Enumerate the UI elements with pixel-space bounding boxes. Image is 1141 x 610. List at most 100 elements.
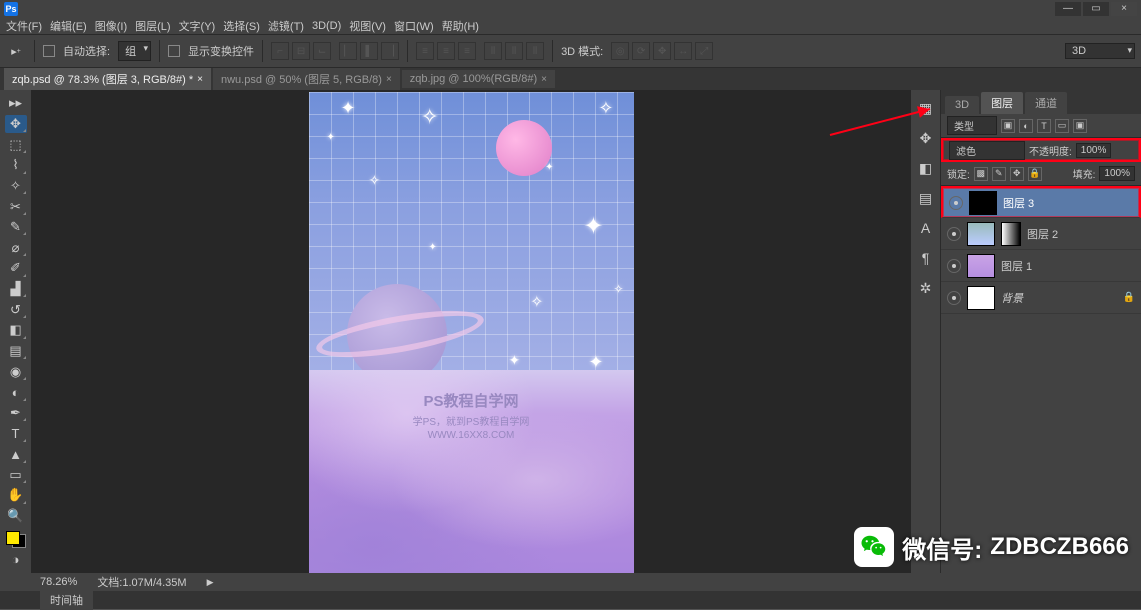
lasso-tool[interactable]: ⌇ (5, 156, 27, 175)
gradient-tool[interactable]: ▤ (5, 342, 27, 361)
layer-name[interactable]: 图层 2 (1027, 226, 1058, 242)
magic-wand-tool[interactable]: ✧ (5, 177, 27, 196)
arrows-icon[interactable]: ▸▸ (5, 94, 27, 113)
visibility-icon[interactable] (947, 227, 961, 241)
3d-orbit-icon[interactable]: ◎ (611, 42, 629, 60)
menu-file[interactable]: 文件(F) (6, 18, 42, 34)
layer-thumb[interactable] (967, 254, 995, 278)
visibility-icon[interactable] (949, 196, 963, 210)
lock-pos-icon[interactable]: ✥ (1010, 167, 1024, 181)
hand-tool[interactable]: ✋ (5, 486, 27, 505)
history-brush-tool[interactable]: ↺ (5, 300, 27, 319)
3d-pan-icon[interactable]: ✥ (653, 42, 671, 60)
color-icon[interactable]: ◧ (916, 158, 936, 178)
menu-layer[interactable]: 图层(L) (135, 18, 170, 34)
layer-row[interactable]: 图层 3 (941, 186, 1141, 218)
dist-right-icon[interactable]: ⦀ (526, 42, 544, 60)
move-tool-icon[interactable]: ▸+ (6, 41, 26, 61)
opacity-field[interactable]: 100% (1076, 143, 1112, 158)
menu-window[interactable]: 窗口(W) (394, 18, 434, 34)
doc-size[interactable]: 文档:1.07M/4.35M (97, 574, 186, 590)
menu-filter[interactable]: 滤镜(T) (268, 18, 304, 34)
pen-tool[interactable]: ✒ (5, 404, 27, 423)
tab-1[interactable]: nwu.psd @ 50% (图层 5, RGB/8)× (213, 68, 400, 90)
filter-adjust-icon[interactable]: ◐ (1019, 119, 1033, 133)
eyedropper-tool[interactable]: ✎ (5, 218, 27, 237)
healing-tool[interactable]: ⌀ (5, 238, 27, 257)
visibility-icon[interactable] (947, 291, 961, 305)
tab-2[interactable]: zqb.jpg @ 100%(RGB/8#)× (402, 70, 555, 88)
layer-thumb[interactable] (969, 191, 997, 215)
lock-pixel-icon[interactable]: ✎ (992, 167, 1006, 181)
blur-tool[interactable]: ◉ (5, 362, 27, 381)
dodge-tool[interactable]: ◐ (5, 383, 27, 402)
align-hcenter-icon[interactable]: ▌ (360, 42, 378, 60)
blend-mode-dropdown[interactable]: 滤色 (949, 141, 1025, 160)
menu-view[interactable]: 视图(V) (349, 18, 386, 34)
layer-name[interactable]: 图层 3 (1003, 195, 1034, 211)
dist-top-icon[interactable]: ≡ (416, 42, 434, 60)
menu-image[interactable]: 图像(I) (95, 18, 127, 34)
align-bottom-icon[interactable]: ⌙ (313, 42, 331, 60)
histogram-icon[interactable]: ▦ (916, 98, 936, 118)
dist-vcenter-icon[interactable]: ≡ (437, 42, 455, 60)
minimize-button[interactable]: — (1055, 2, 1081, 16)
timeline-tab[interactable]: 时间轴 (40, 590, 93, 610)
tab-close-icon[interactable]: × (541, 74, 547, 85)
paragraph-icon[interactable]: ¶ (916, 248, 936, 268)
layer-name[interactable]: 图层 1 (1001, 258, 1032, 274)
fill-field[interactable]: 100% (1099, 166, 1135, 181)
tab-layers[interactable]: 图层 (981, 92, 1023, 114)
shape-tool[interactable]: ▭ (5, 466, 27, 485)
tab-close-icon[interactable]: × (386, 74, 392, 85)
crop-tool[interactable]: ✂ (5, 197, 27, 216)
zoom-level[interactable]: 78.26% (40, 576, 77, 588)
3d-slide-icon[interactable]: ↔ (674, 42, 692, 60)
layer-name[interactable]: 背景 (1001, 290, 1023, 306)
character-icon[interactable]: A (916, 218, 936, 238)
eraser-tool[interactable]: ◧ (5, 321, 27, 340)
layer-row[interactable]: 图层 2 (941, 218, 1141, 250)
tab-0[interactable]: zqb.psd @ 78.3% (图层 3, RGB/8#) *× (4, 68, 211, 90)
close-button[interactable]: × (1111, 2, 1137, 16)
move-tool[interactable]: ✥ (5, 115, 27, 134)
menu-3d[interactable]: 3D(D) (312, 20, 341, 32)
align-vcenter-icon[interactable]: ⊟ (292, 42, 310, 60)
filter-smart-icon[interactable]: ▣ (1073, 119, 1087, 133)
visibility-icon[interactable] (947, 259, 961, 273)
filter-pixel-icon[interactable]: ▣ (1001, 119, 1015, 133)
menu-edit[interactable]: 编辑(E) (50, 18, 87, 34)
auto-select-checkbox[interactable] (43, 45, 55, 57)
auto-select-dropdown[interactable]: 组 (118, 41, 151, 61)
maximize-button[interactable]: ▭ (1083, 2, 1109, 16)
filter-shape-icon[interactable]: ▭ (1055, 119, 1069, 133)
filter-kind-dropdown[interactable]: 类型 (947, 116, 997, 135)
type-tool[interactable]: T (5, 424, 27, 443)
tab-channels[interactable]: 通道 (1025, 92, 1067, 114)
zoom-tool[interactable]: 🔍 (5, 507, 27, 526)
dist-hcenter-icon[interactable]: ⦀ (505, 42, 523, 60)
align-top-icon[interactable]: ⌐ (271, 42, 289, 60)
navigator-icon[interactable]: ✥ (916, 128, 936, 148)
color-swatch[interactable] (6, 531, 26, 548)
align-right-icon[interactable]: ▕ (381, 42, 399, 60)
menu-select[interactable]: 选择(S) (223, 18, 260, 34)
quickmask-tool[interactable]: ◑ (5, 550, 27, 569)
layer-row[interactable]: 图层 1 (941, 250, 1141, 282)
layer-row[interactable]: 背景 🔒 (941, 282, 1141, 314)
mask-thumb[interactable] (1001, 222, 1021, 246)
swatches-icon[interactable]: ▤ (916, 188, 936, 208)
show-transform-checkbox[interactable] (168, 45, 180, 57)
layer-thumb[interactable] (967, 286, 995, 310)
styles-icon[interactable]: ✲ (916, 278, 936, 298)
tab-3d[interactable]: 3D (945, 96, 979, 114)
canvas-area[interactable]: ✦ ✧ ✦ ✧ ✧ ✦ ✦ ✧ ✧ ✦ ✦ ✦ PS教程自学网 学PS，就到PS… (31, 90, 911, 573)
stamp-tool[interactable]: ▟ (5, 280, 27, 299)
3d-roll-icon[interactable]: ⟳ (632, 42, 650, 60)
tab-close-icon[interactable]: × (197, 74, 203, 85)
menu-help[interactable]: 帮助(H) (442, 18, 479, 34)
marquee-tool[interactable]: ⬚ (5, 135, 27, 154)
3d-scale-icon[interactable]: ⤢ (695, 42, 713, 60)
filter-type-icon[interactable]: T (1037, 119, 1051, 133)
layer-thumb[interactable] (967, 222, 995, 246)
